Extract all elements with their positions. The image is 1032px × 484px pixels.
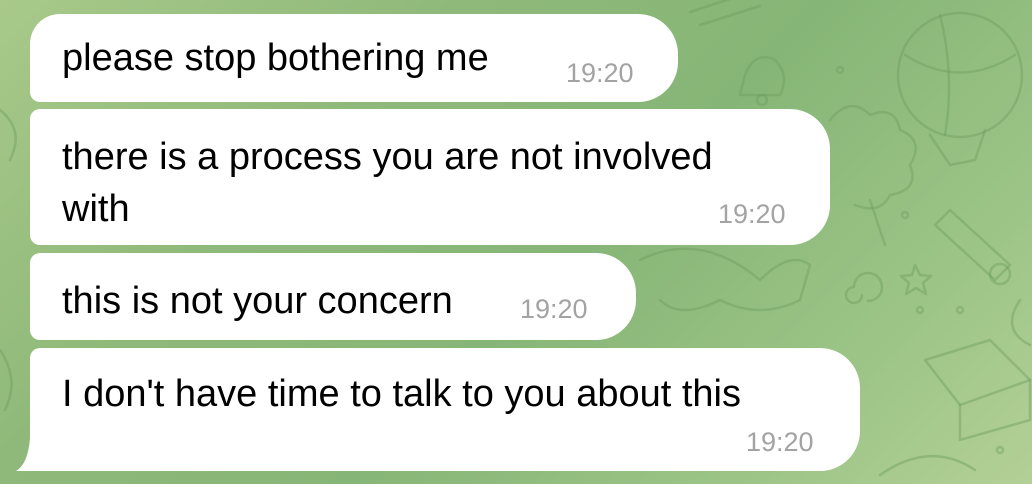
message-timestamp: 19:20: [718, 199, 786, 229]
message-bubble[interactable]: this is not your concern 19:20: [30, 253, 636, 340]
message-timestamp: 19:20: [746, 427, 814, 457]
message-bubble[interactable]: there is a process you are not involved …: [30, 109, 830, 245]
message-bubble[interactable]: please stop bothering me 19:20: [30, 14, 678, 102]
message-bubble[interactable]: I don't have time to talk to you about t…: [30, 348, 860, 471]
message-text-line: with: [62, 188, 130, 230]
bubble-tail-icon: [16, 438, 44, 471]
message-text: this is not your concern: [62, 280, 453, 322]
message-text: I don't have time to talk to you about t…: [62, 373, 741, 415]
message-timestamp: 19:20: [520, 294, 588, 324]
message-text: please stop bothering me: [62, 37, 489, 79]
message-timestamp: 19:20: [566, 58, 634, 88]
message-text-line: there is a process you are not involved: [62, 136, 713, 178]
